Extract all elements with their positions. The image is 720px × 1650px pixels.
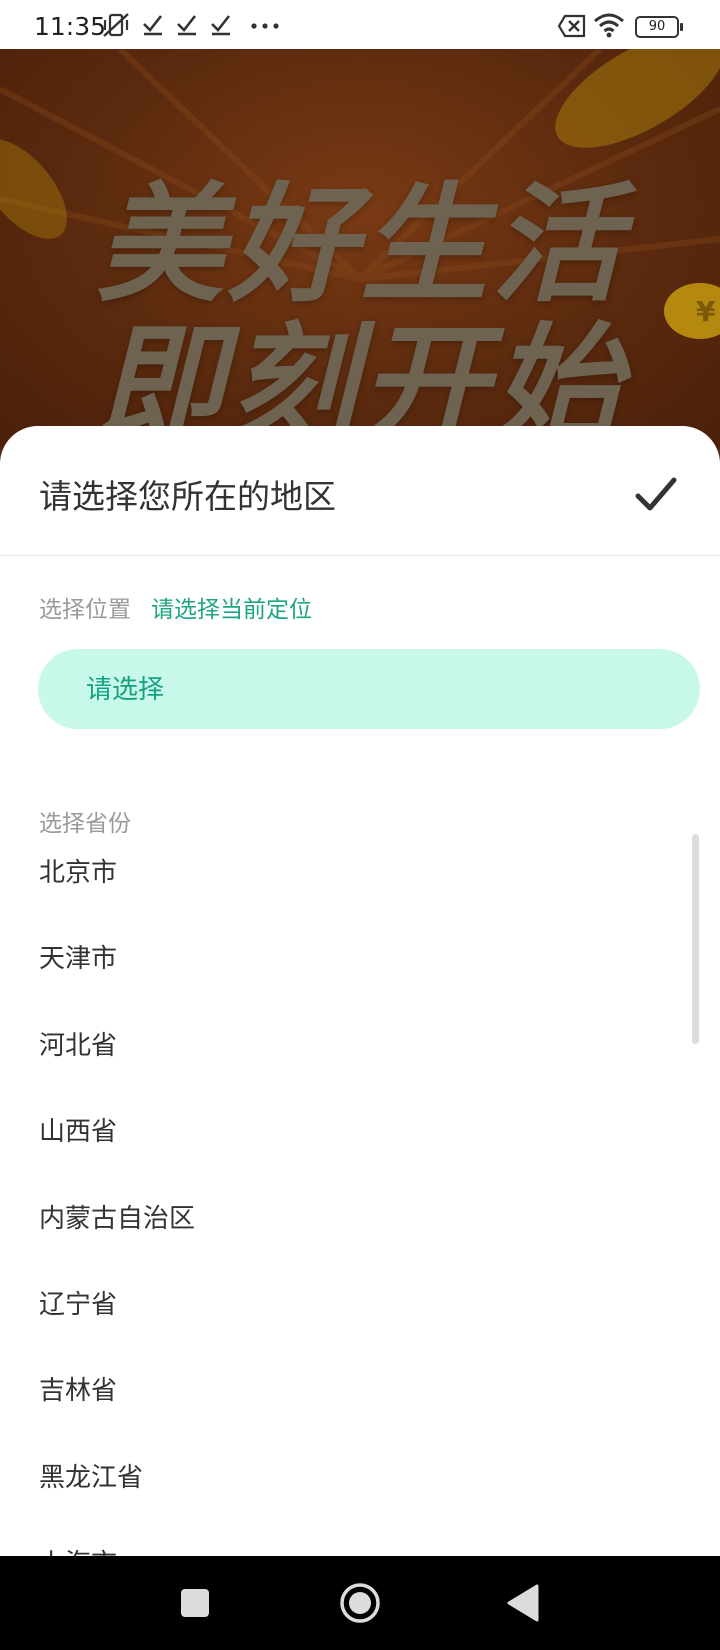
region-select-label: 请选择 xyxy=(86,675,165,705)
province-item[interactable]: 上海市 xyxy=(0,1521,720,1556)
province-item[interactable]: 天津市 xyxy=(0,916,720,1002)
province-item[interactable]: 北京市 xyxy=(0,830,720,916)
list-scrollbar[interactable] xyxy=(692,834,699,1044)
wifi-icon xyxy=(593,12,625,38)
province-item[interactable]: 辽宁省 xyxy=(0,1262,720,1348)
sheet-title: 请选择您所在的地区 xyxy=(39,477,336,516)
promo-banner: ¥ 美好生活 即刻开始 xyxy=(0,49,720,449)
banner-headline-2: 即刻开始 xyxy=(95,311,624,449)
province-item[interactable]: 黑龙江省 xyxy=(0,1435,720,1521)
region-select-button[interactable]: 请选择 xyxy=(38,649,700,729)
location-label: 选择位置 xyxy=(39,597,131,623)
more-dots-icon xyxy=(250,22,280,30)
status-bar: 11:35 90 xyxy=(0,0,720,49)
recent-apps-button[interactable] xyxy=(150,1556,240,1650)
back-icon xyxy=(507,1584,539,1622)
sheet-header: 请选择您所在的地区 xyxy=(0,426,720,556)
home-button[interactable] xyxy=(315,1556,405,1650)
battery-icon: 90 xyxy=(635,16,683,38)
check-icon xyxy=(210,12,232,36)
province-list: 北京市 天津市 河北省 山西省 内蒙古自治区 辽宁省 吉林省 黑龙江省 上海市 xyxy=(0,830,720,1556)
province-item[interactable]: 河北省 xyxy=(0,1003,720,1089)
check-icon xyxy=(142,12,164,36)
home-icon xyxy=(340,1583,380,1623)
sim-blocked-icon xyxy=(557,14,587,38)
confirm-button[interactable] xyxy=(628,466,684,522)
province-item[interactable]: 吉林省 xyxy=(0,1348,720,1434)
recent-apps-icon xyxy=(181,1589,209,1617)
vibrate-off-icon xyxy=(102,12,130,38)
province-item[interactable]: 内蒙古自治区 xyxy=(0,1176,720,1262)
region-picker-sheet: 请选择您所在的地区 选择位置 请选择当前定位 请选择 选择省份 北京市 天津市 … xyxy=(0,426,720,1556)
system-nav-bar xyxy=(0,1556,720,1650)
current-location-link[interactable]: 请选择当前定位 xyxy=(151,590,312,624)
status-time: 11:35 xyxy=(34,12,107,41)
province-item[interactable]: 山西省 xyxy=(0,1089,720,1175)
check-icon xyxy=(176,12,198,36)
back-button[interactable] xyxy=(478,1556,568,1650)
check-icon xyxy=(635,477,677,511)
